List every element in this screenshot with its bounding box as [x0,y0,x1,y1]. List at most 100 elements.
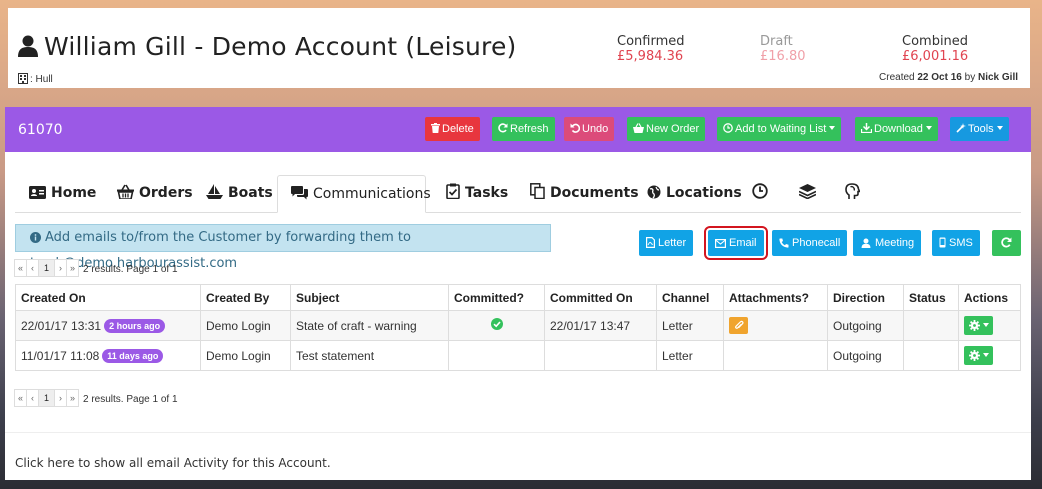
phonecall-label: Phonecall [792,237,841,249]
tab-orders[interactable]: Orders [117,175,193,212]
add-to-waiting-list-button[interactable]: Add to Waiting List [717,117,842,141]
phone-icon [779,238,789,248]
current-page[interactable]: 1 [38,259,55,277]
info-circle-icon [30,232,41,243]
last-page-button[interactable]: » [66,259,79,277]
delete-label: Delete [442,123,474,135]
col-subject[interactable]: Subject [290,284,449,311]
forwarding-info-alert: Add emails to/from the Customer by forwa… [15,224,551,271]
col-committed-on[interactable]: Committed On [544,284,657,311]
account-header: William Gill - Demo Account (Leisure) : … [8,8,1030,88]
meeting-button[interactable]: Meeting [853,230,922,256]
table-row[interactable]: 11/01/17 11:08 11 days ago Demo Login Tes… [15,340,1021,371]
chevron-down-icon [925,126,932,130]
row-actions-button[interactable] [964,316,993,335]
combined-total: Combined £6,001.16 [902,34,968,64]
col-actions: Actions [958,284,1021,311]
clock-icon [723,123,733,133]
refresh-icon [1001,237,1012,248]
tab-layers[interactable] [799,175,821,212]
col-status[interactable]: Status [903,284,959,311]
age-badge: 2 hours ago [104,318,166,333]
col-channel[interactable]: Channel [656,284,724,311]
tools-label: Tools [968,123,994,135]
trash-icon [431,123,440,133]
cell-committed [448,310,545,341]
last-page-button[interactable]: » [66,389,79,407]
age-badge: 11 days ago [102,348,164,363]
mobile-icon [939,237,946,248]
created-on-text: 11/01/17 11:08 [21,348,100,363]
letter-button[interactable]: Letter [639,230,694,256]
tab-boats-label: Boats [228,185,273,201]
current-page[interactable]: 1 [38,389,55,407]
undo-button[interactable]: Undo [564,117,615,141]
clipboard-check-icon [446,183,460,199]
building-icon [18,73,28,84]
created-by-word: by [964,72,976,83]
user-icon [18,35,38,57]
tab-documents-label: Documents [550,185,639,201]
tab-locations[interactable]: Locations [647,175,742,212]
file-pdf-icon [646,237,655,248]
gear-icon [968,320,980,331]
col-committed[interactable]: Committed? [448,284,545,311]
download-button[interactable]: Download [855,117,938,141]
results-summary: 2 results. Page 1 of 1 [83,394,178,405]
created-on-text: 22/01/17 13:31 [21,318,102,333]
layers-icon [799,184,816,199]
new-order-button[interactable]: New Order [627,117,706,141]
cell-channel: Letter [656,310,724,341]
cell-channel: Letter [656,340,724,371]
tab-tasks-label: Tasks [465,185,509,201]
clock-icon [752,183,768,199]
col-attachments[interactable]: Attachments? [723,284,828,311]
envelope-icon [715,239,726,248]
users-icon [860,238,872,248]
pagination-top: « ‹ 1 › » 2 results. Page 1 of 1 [14,259,178,277]
check-circle-icon [490,318,503,330]
col-direction[interactable]: Direction [827,284,904,311]
refresh-button[interactable]: Refresh [492,117,555,141]
attachment-button[interactable] [729,317,748,334]
tab-history[interactable] [752,175,773,212]
table-row[interactable]: 22/01/17 13:31 2 hours ago Demo Login Sta… [15,310,1021,341]
cell-created-by: Demo Login [200,340,291,371]
cell-status [903,310,959,341]
cell-attachments [723,310,828,341]
basket-icon [117,184,134,199]
cell-committed [448,340,545,371]
phonecall-button[interactable]: Phonecall [772,230,848,256]
row-actions-button[interactable] [964,346,993,365]
tab-documents[interactable]: Documents [530,175,639,212]
cell-direction: Outgoing [827,340,904,371]
tab-head-profile[interactable] [845,175,865,212]
divider [5,432,1031,433]
communications-table: Created On Created By Subject Committed?… [15,284,1021,371]
cell-created-on: 11/01/17 11:08 11 days ago [15,340,201,371]
chevron-down-icon [996,126,1003,130]
delete-button[interactable]: Delete [425,117,480,141]
head-profile-icon [845,183,860,199]
tab-tasks[interactable]: Tasks [446,175,508,212]
tools-button[interactable]: Tools [950,117,1009,141]
sms-button[interactable]: SMS [932,230,980,256]
show-email-activity-link[interactable]: Click here to show all email Activity fo… [15,456,331,470]
undo-icon [570,123,580,133]
refresh-list-button[interactable] [992,230,1021,256]
chevron-down-icon [982,323,989,327]
tab-home[interactable]: Home [29,175,96,212]
comments-icon [291,186,308,200]
confirmed-label: Confirmed [617,34,685,49]
tab-boats[interactable]: Boats [206,175,273,212]
col-created-on[interactable]: Created On [15,284,201,311]
refresh-icon [498,123,508,133]
paperclip-icon [734,320,744,331]
tab-communications[interactable]: Communications [277,175,431,213]
cell-subject: Test statement [290,340,449,371]
email-label: Email [729,237,757,249]
col-created-by[interactable]: Created By [200,284,291,311]
sailboat-icon [206,184,223,199]
email-button[interactable]: Email [704,226,768,260]
tab-orders-label: Orders [139,185,193,201]
